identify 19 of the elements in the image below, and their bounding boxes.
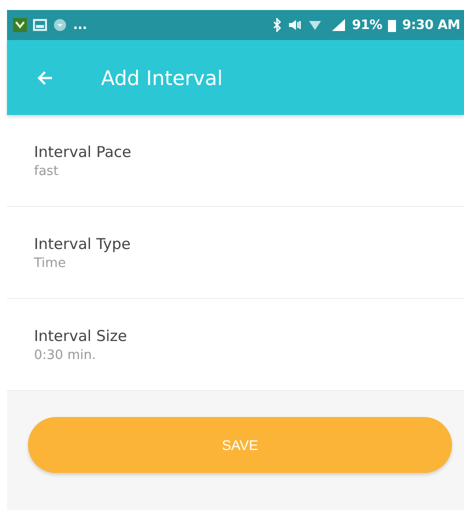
more-notifications: ... — [73, 18, 87, 32]
wifi-icon — [308, 18, 322, 32]
clock: 9:30 AM — [402, 18, 460, 32]
setting-row[interactable]: Interval Pace fast — [7, 115, 464, 207]
bluetooth-icon — [272, 18, 282, 32]
setting-value: Time — [34, 256, 67, 270]
setting-row[interactable]: Interval Type Time — [7, 207, 464, 299]
setting-label: Interval Type — [34, 234, 132, 252]
battery-icon — [388, 18, 396, 32]
notification-icon — [13, 18, 27, 32]
setting-value: 0:30 min. — [34, 348, 97, 362]
back-button[interactable] — [36, 68, 54, 86]
screen-title: Add Interval — [101, 66, 223, 90]
back-arrow-icon — [36, 68, 54, 86]
setting-label: Interval Size — [34, 326, 128, 344]
mute-icon — [288, 18, 302, 32]
setting-value: fast — [34, 164, 60, 178]
setting-label: Interval Pace — [34, 142, 132, 160]
battery-percent: 91% — [352, 18, 382, 32]
